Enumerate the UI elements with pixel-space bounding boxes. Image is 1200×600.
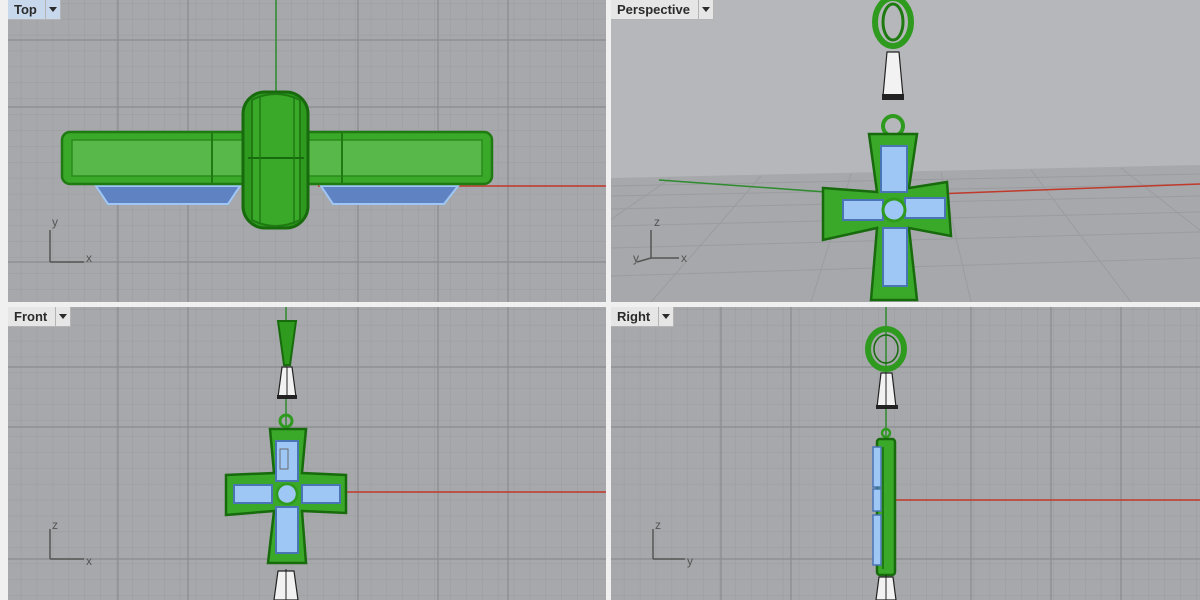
viewport-label[interactable]: Top xyxy=(8,0,45,19)
viewport-title-front[interactable]: Front xyxy=(8,307,72,327)
axis-label-z: z xyxy=(654,215,660,229)
axis-label-horizontal: x xyxy=(86,251,92,265)
viewport-perspective-canvas[interactable]: x y z xyxy=(611,0,1200,302)
viewport-layout: x y Top x y z Perspective x z Front y z … xyxy=(0,0,1200,600)
chevron-down-icon[interactable] xyxy=(55,307,70,326)
viewport-right-canvas[interactable]: y z xyxy=(611,307,1200,600)
viewport-title-perspective[interactable]: Perspective xyxy=(611,0,714,20)
viewport-title-right[interactable]: Right xyxy=(611,307,675,327)
viewport-title-top[interactable]: Top xyxy=(8,0,61,20)
viewport-top[interactable]: x y Top xyxy=(8,0,606,302)
viewport-right[interactable]: y z Right xyxy=(611,307,1200,600)
viewport-perspective[interactable]: x y z Perspective xyxy=(611,0,1200,302)
axis-label-x: x xyxy=(681,251,687,265)
axis-label-horizontal: x xyxy=(86,554,92,568)
chevron-down-icon[interactable] xyxy=(44,0,60,19)
chevron-down-icon[interactable] xyxy=(658,307,673,326)
viewport-front-canvas[interactable]: x z xyxy=(8,307,606,600)
viewport-top-canvas[interactable]: x y xyxy=(8,0,606,302)
viewport-front[interactable]: x z Front xyxy=(8,307,606,600)
chevron-down-icon[interactable] xyxy=(698,0,713,19)
viewport-label[interactable]: Right xyxy=(611,307,658,326)
axis-label-horizontal: y xyxy=(687,554,693,568)
viewport-label[interactable]: Front xyxy=(8,307,55,326)
axis-label-vertical: z xyxy=(52,518,58,532)
viewport-label[interactable]: Perspective xyxy=(611,0,698,19)
axis-label-vertical: z xyxy=(655,518,661,532)
axis-label-vertical: y xyxy=(52,215,58,229)
axis-label-y: y xyxy=(633,251,639,265)
